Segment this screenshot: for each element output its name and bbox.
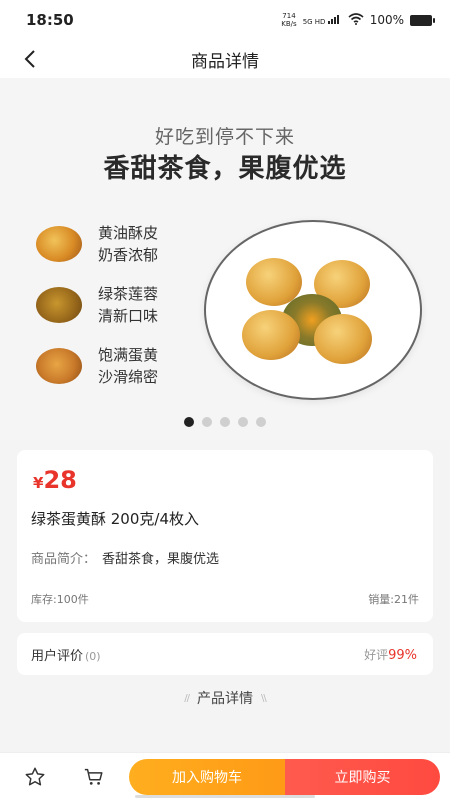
carousel-indicator: [0, 417, 450, 427]
reviews-title: 用户评价: [31, 648, 84, 664]
add-to-cart-button[interactable]: 加入购物车: [129, 759, 285, 795]
feature-line: 清新口味: [98, 307, 159, 325]
feature-line: 饱满蛋黄: [98, 346, 159, 364]
banner-title: 香甜茶食，果腹优选: [103, 154, 347, 184]
feature-image: [36, 287, 82, 323]
reviews-row[interactable]: 用户评价 (0) 好评99%: [17, 633, 433, 675]
network-speed-unit: KB/s: [281, 20, 297, 28]
product-plate-image: [204, 220, 422, 400]
positive-rate-value: 99%: [388, 647, 417, 663]
decorative-slashes: //: [184, 692, 190, 704]
feature-image: [36, 348, 82, 384]
battery-percent: 100%: [369, 13, 404, 27]
feature-text: 黄油酥皮 奶香浓郁: [98, 222, 158, 266]
cart-button[interactable]: [82, 765, 106, 789]
feature-line: 奶香浓郁: [98, 246, 159, 264]
banner-subtitle: 好吃到停不下来: [154, 126, 295, 148]
bottom-action-bar: 加入购物车 立即购买: [0, 752, 450, 800]
reviews-count: (0): [85, 649, 101, 663]
reviews-label: 用户评价 (0): [31, 645, 101, 664]
chevron-left-icon: [24, 50, 35, 68]
battery-icon: [410, 14, 435, 26]
detail-section-header: // 产品详情 \\: [0, 688, 450, 708]
navigation-bar: 商品详情: [0, 40, 450, 78]
product-banner[interactable]: 好吃到停不下来 香甜茶食，果腹优选 黄油酥皮 奶香浓郁 绿茶莲蓉 清新口味 饱满…: [0, 78, 450, 440]
intro-label: 商品简介：: [31, 552, 97, 567]
positive-rate: 好评99%: [364, 646, 417, 663]
network-speed: 714 KB/s: [281, 12, 296, 28]
status-indicators: 714 KB/s 5G HD 100%: [281, 12, 435, 28]
feature-line: 绿茶莲蓉: [98, 285, 159, 303]
stock-count: 库存:100件: [31, 593, 89, 606]
carousel-dot[interactable]: [220, 417, 230, 427]
home-indicator: [135, 795, 315, 798]
price-value: 28: [43, 466, 77, 494]
wifi-icon: [348, 12, 364, 28]
product-info-card: ¥28 绿茶蛋黄酥 200克/4枚入 商品简介： 香甜茶食，果腹优选 库存:100…: [17, 450, 433, 622]
star-outline-icon: [25, 767, 45, 786]
sales-count: 销量:21件: [368, 593, 419, 606]
pastry-image: [242, 310, 300, 360]
feature-item: 绿茶莲蓉 清新口味: [36, 283, 158, 327]
carousel-dot[interactable]: [256, 417, 266, 427]
back-button[interactable]: [16, 45, 44, 73]
product-price: ¥28: [33, 466, 77, 494]
decorative-slashes: \\: [261, 692, 267, 704]
network-speed-value: 714: [282, 12, 296, 20]
buy-now-button[interactable]: 立即购买: [285, 759, 440, 795]
pastry-image: [314, 314, 372, 364]
feature-line: 黄油酥皮: [98, 224, 159, 242]
feature-text: 绿茶莲蓉 清新口味: [98, 283, 158, 327]
carousel-dot[interactable]: [202, 417, 212, 427]
feature-line: 沙滑绵密: [98, 368, 159, 386]
signal-icon: 5G HD: [302, 14, 342, 26]
status-time: 18:50: [26, 11, 74, 29]
product-name: 绿茶蛋黄酥 200克/4枚入: [31, 510, 199, 528]
product-intro: 商品简介： 香甜茶食，果腹优选: [31, 548, 219, 567]
shopping-cart-icon: [84, 768, 103, 785]
feature-text: 饱满蛋黄 沙滑绵密: [98, 344, 158, 388]
detail-section-title: 产品详情: [197, 691, 253, 707]
carousel-dot[interactable]: [238, 417, 248, 427]
signal-label: 5G HD: [302, 17, 326, 26]
feature-item: 黄油酥皮 奶香浓郁: [36, 222, 158, 266]
intro-value: 香甜茶食，果腹优选: [102, 552, 220, 567]
status-bar: 18:50 714 KB/s 5G HD 100%: [0, 0, 450, 40]
feature-image: [36, 226, 82, 262]
currency-symbol: ¥: [33, 474, 44, 492]
page-title: 商品详情: [191, 51, 259, 72]
feature-item: 饱满蛋黄 沙滑绵密: [36, 344, 158, 388]
favorite-button[interactable]: [23, 765, 47, 789]
carousel-dot[interactable]: [184, 417, 194, 427]
positive-rate-label: 好评: [364, 647, 389, 662]
